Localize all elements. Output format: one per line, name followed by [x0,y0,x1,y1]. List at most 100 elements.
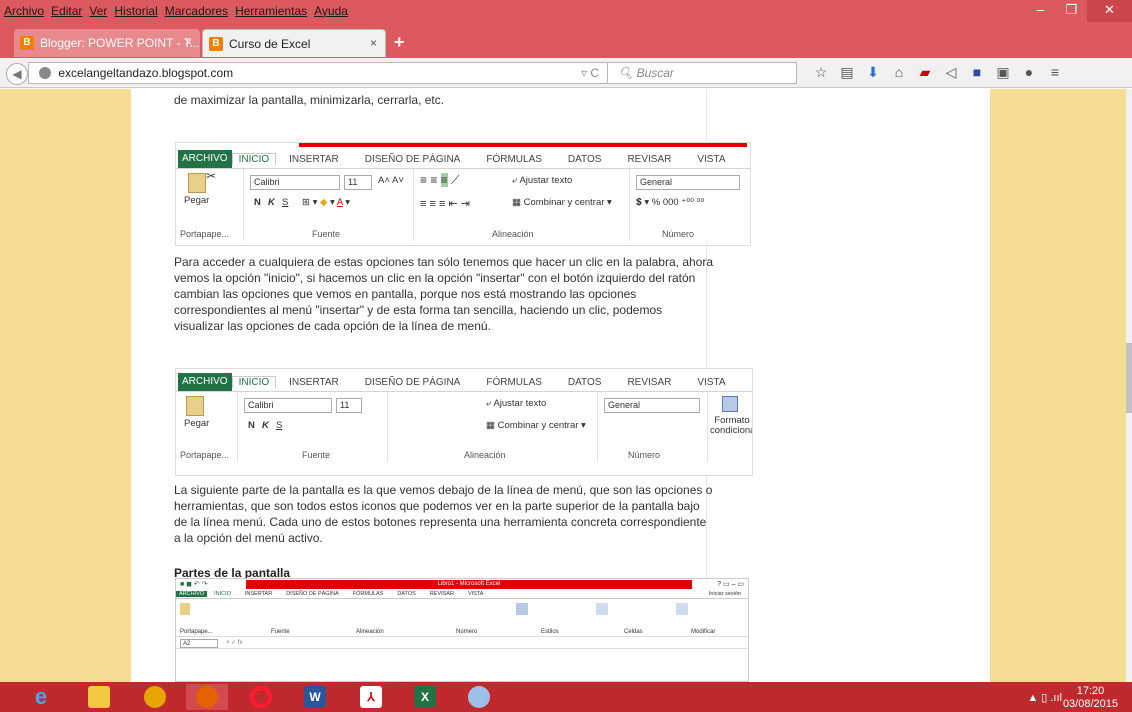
ribbon-tab-formulas: FÓRMULAS [486,153,542,165]
paste-label: Pegar [184,418,210,429]
search-icon: 🔍︎ [618,66,637,80]
wrap-text-button: ⤶ Ajustar texto [512,175,573,186]
pocket-icon[interactable]: ▣ [990,64,1016,81]
flash-icon[interactable]: ▰ [912,64,938,81]
close-tab-icon[interactable]: × [185,35,192,49]
group-fuente: Fuente [302,450,331,460]
scrollbar-thumb[interactable] [1126,343,1132,413]
ribbon-tab-vista: VISTA [697,153,726,165]
maximize-button[interactable]: ❐ [1056,0,1087,22]
group-portapapeles: Portapape... [180,450,230,460]
mini-tab-insertar: INSERTAR [244,591,273,597]
wrap-text-label: Ajustar texto [493,398,547,409]
menu-marcadores[interactable]: Marcadores [165,4,228,18]
intro-text: de maximizar la pantalla, minimizarla, c… [174,93,445,107]
menu-ver[interactable]: Ver [89,4,107,18]
border-icon: ⊞ ▾ ◆ ▾ A ▾ [302,197,351,208]
reload-icon[interactable]: ▿ C [581,63,599,83]
ribbon-tab-archivo: ARCHIVO [178,150,232,168]
back-button[interactable]: ◀ [6,63,28,85]
ribbon-tab-diseno: DISEÑO DE PÁGINA [364,153,461,165]
acrobat-icon[interactable]: ⅄ [350,684,392,710]
font-size-field: 11 [344,175,372,190]
chrome-icon[interactable] [134,684,176,710]
merge-center-label: Combinar y centrar [523,197,605,208]
send-icon[interactable]: ◁ [938,64,964,81]
menu-bar: Archivo Editar Ver Historial Marcadores … [4,4,355,18]
reading-list-icon[interactable]: ▤ [834,64,860,81]
excel-icon[interactable]: X [404,684,446,710]
number-format-field: General [604,398,700,413]
file-explorer-icon[interactable] [78,684,120,710]
mini-name-box: A2 [180,639,218,648]
font-size-field: 11 [336,398,362,413]
italic-button: K [268,197,275,208]
ribbon-tab-insertar: INSERTAR [289,376,339,388]
tab-label: Blogger: POWER POINT - T... [40,36,200,50]
mini-group-4: Número [456,629,478,635]
ribbon-image-1: ARCHIVO INICIO INSERTAR DISEÑO DE PÁGINA… [175,142,751,246]
merge-center-button: ▦ Combinar y centrar ▾ [512,197,612,208]
ribbon-tab-datos: DATOS [567,376,602,388]
mini-tab-revisar: REVISAR [429,591,454,597]
tab-label: Curso de Excel [229,36,311,51]
group-alineacion: Alineación [464,450,506,460]
home-icon[interactable]: ⌂ [886,64,912,81]
menu-archivo[interactable]: Archivo [4,4,44,18]
url-bar[interactable]: excelangeltandazo.blogspot.com ▿ C [28,62,608,84]
mini-tab-diseno: DISEÑO DE PÁGINA [286,591,339,597]
underline-button: S [282,197,289,208]
firefox-icon[interactable] [186,684,228,710]
merge-center-button: ▦ Combinar y centrar ▾ [486,420,586,431]
excel-title: Libro1 - Microsoft Excel [246,580,692,589]
ribbon-tab-vista: VISTA [697,376,726,388]
underline-button: S [276,420,283,431]
mini-tab-datos: DATOS [397,591,416,597]
menu-historial[interactable]: Historial [114,4,157,18]
tab-strip: B Blogger: POWER POINT - T... × B Curso … [0,25,1132,58]
align-icons: ≡ ≡ ≡ ⟋ [420,173,460,187]
taskbar: e W ⅄ X ▲ ▯ .ııl 17:20 03/08/2015 [0,682,1132,712]
tab-curso-excel[interactable]: B Curso de Excel × [202,29,386,57]
menu-editar[interactable]: Editar [51,4,82,18]
currency-icon: 💲︎ ▾ % 000 ⁺⁰⁰ ⁰⁰ [636,197,705,208]
opera-icon[interactable] [240,684,282,710]
clock[interactable]: 17:20 03/08/2015 [1063,685,1118,711]
mini-tab-vista: VISTA [467,591,484,597]
ribbon-tab-datos: DATOS [567,153,602,165]
mini-fx-icon: × ✓ fx [226,640,243,646]
blogger-icon: B [209,36,223,51]
bold-button: N [254,197,261,208]
paste-icon [188,173,206,193]
thousands-button: 000 [662,197,679,208]
close-tab-icon[interactable]: × [370,36,377,50]
ribbon-tab-inicio: INICIO [231,153,277,165]
close-window-button[interactable]: ✕ [1087,0,1132,22]
system-tray-icons[interactable]: ▲ ▯ .ııl [1027,691,1062,704]
extension-icon[interactable]: ■ [964,64,990,81]
menu-ayuda[interactable]: Ayuda [314,4,348,18]
download-icon[interactable]: ⬇ [860,64,886,81]
wrap-text-label: Ajustar texto [519,175,573,186]
new-tab-button[interactable]: + [394,32,405,53]
ribbon-tab-diseno: DISEÑO DE PÁGINA [364,376,461,388]
bookmark-star-icon[interactable]: ☆ [808,64,834,81]
menu-icon[interactable]: ≡ [1042,64,1068,81]
mini-group-7: Modificar [691,629,716,635]
ribbon-tab-revisar: REVISAR [627,376,672,388]
menu-herramientas[interactable]: Herramientas [235,4,307,18]
paint-icon[interactable] [458,684,500,710]
chat-icon[interactable]: ● [1016,64,1042,81]
ie-icon[interactable]: e [20,684,62,710]
globe-icon [39,67,51,79]
ribbon-tab-formulas: FÓRMULAS [486,376,542,388]
number-format-field: General [636,175,740,190]
italic-button: K [262,420,269,431]
search-input[interactable]: 🔍︎ Buscar [607,62,797,84]
navigation-bar: ◀ excelangeltandazo.blogspot.com ▿ C 🔍︎ … [0,58,1132,88]
toolbar-icons: ☆ ▤ ⬇ ⌂ ▰ ◁ ■ ▣ ● ≡ [808,64,1068,81]
minimize-button[interactable]: – [1025,0,1056,22]
word-icon[interactable]: W [294,684,336,710]
tab-blogger[interactable]: B Blogger: POWER POINT - T... × [14,29,200,57]
blogger-icon: B [20,36,34,50]
